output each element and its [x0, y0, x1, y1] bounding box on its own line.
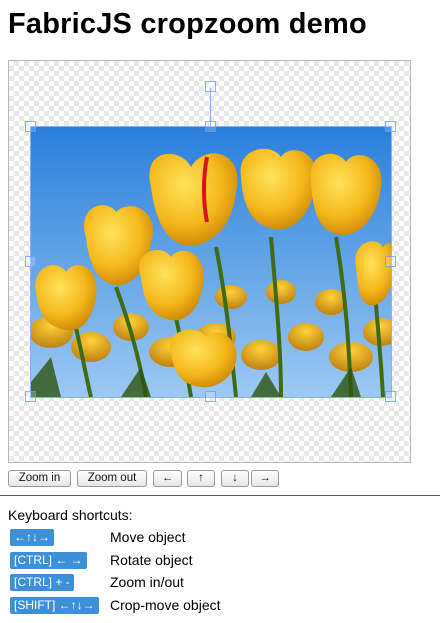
move-left-button[interactable]: ←: [153, 470, 182, 487]
tulip-photo[interactable]: [31, 127, 391, 397]
divider: [0, 495, 440, 496]
resize-handle-middle-left[interactable]: [25, 256, 36, 267]
shortcut-action: Move object: [110, 529, 186, 545]
page-title: FabricJS cropzoom demo: [8, 8, 367, 40]
shortcut-row: ←↑↓→ Move object: [8, 529, 428, 547]
shortcuts-heading: Keyboard shortcuts:: [8, 507, 133, 523]
rotate-handle[interactable]: [205, 81, 216, 92]
resize-handle-bottom-middle[interactable]: [205, 391, 216, 402]
crop-canvas[interactable]: [8, 60, 411, 463]
zoom-out-button[interactable]: Zoom out: [77, 470, 147, 487]
shortcut-keys: ←↑↓→: [10, 529, 54, 546]
move-down-button[interactable]: ↓: [221, 470, 249, 487]
shortcut-action: Crop-move object: [110, 597, 221, 613]
shortcut-keys: [SHIFT] ←↑↓→: [10, 597, 99, 614]
shortcut-row: [CTRL] ← → Rotate object: [8, 552, 428, 570]
shortcut-action: Zoom in/out: [110, 574, 184, 590]
shortcut-keys: [CTRL] + -: [10, 574, 74, 591]
zoom-in-button[interactable]: Zoom in: [8, 470, 71, 487]
shortcut-row: [CTRL] + - Zoom in/out: [8, 574, 428, 592]
shortcut-row: [SHIFT] ←↑↓→ Crop-move object: [8, 597, 428, 615]
resize-handle-top-right[interactable]: [385, 121, 396, 132]
shortcut-keys: [CTRL] ← →: [10, 552, 87, 569]
move-up-button[interactable]: ↑: [187, 470, 215, 487]
resize-handle-middle-right[interactable]: [385, 256, 396, 267]
shortcut-action: Rotate object: [110, 552, 193, 568]
resize-handle-top-middle[interactable]: [205, 121, 216, 132]
resize-handle-top-left[interactable]: [25, 121, 36, 132]
move-right-button[interactable]: →: [251, 470, 279, 487]
resize-handle-bottom-right[interactable]: [385, 391, 396, 402]
resize-handle-bottom-left[interactable]: [25, 391, 36, 402]
